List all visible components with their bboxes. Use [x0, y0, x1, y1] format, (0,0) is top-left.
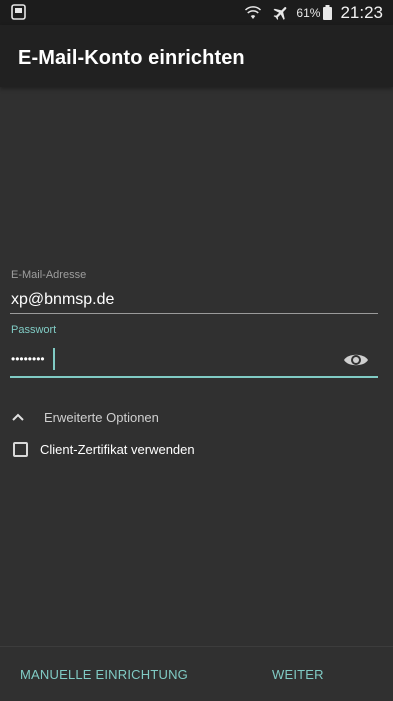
clock: 21:23 — [340, 2, 383, 22]
client-certificate-label: Client-Zertifikat verwenden — [40, 441, 195, 457]
text-cursor — [53, 348, 55, 370]
email-field-label: E-Mail-Adresse — [11, 269, 87, 281]
password-field-label: Passwort — [11, 324, 57, 336]
wifi-icon — [245, 5, 262, 19]
show-password-eye-icon[interactable] — [343, 350, 369, 370]
battery-percent: 61% — [296, 5, 321, 20]
status-bar: 61% 21:23 — [0, 0, 393, 25]
client-certificate-checkbox[interactable] — [13, 441, 28, 457]
password-field-underline — [10, 376, 378, 378]
advanced-options-toggle[interactable]: Erweiterte Optionen — [10, 405, 159, 429]
email-field[interactable]: xp@bnmsp.de — [11, 291, 114, 309]
advanced-options-label: Erweiterte Optionen — [44, 409, 159, 425]
manual-setup-button[interactable]: MANUELLE EINRICHTUNG — [20, 647, 188, 701]
password-field[interactable]: •••••••• — [11, 352, 45, 366]
client-certificate-option[interactable]: Client-Zertifikat verwenden — [13, 438, 195, 460]
app-notification-icon — [11, 4, 26, 20]
chevron-up-icon — [12, 413, 24, 421]
email-field-underline — [10, 313, 378, 314]
airplane-mode-icon — [273, 6, 287, 20]
battery-icon — [323, 5, 333, 20]
page-title: E-Mail-Konto einrichten — [18, 47, 245, 69]
app-bar: E-Mail-Konto einrichten — [0, 25, 393, 87]
next-button[interactable]: WEITER — [272, 647, 324, 701]
bottom-action-bar: MANUELLE EINRICHTUNG WEITER — [0, 646, 393, 701]
